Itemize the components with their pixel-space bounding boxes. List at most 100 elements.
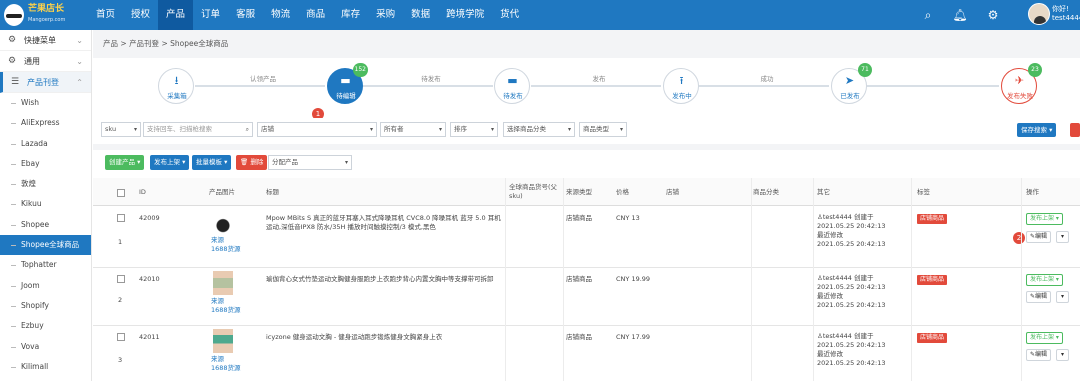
main-content: 产品 > 产品刊登 > Shopee全球商品 认领产品 待发布 发布 成功 ⭳ … [93,30,1080,381]
list-icon: ☰ [11,76,20,87]
source-link[interactable]: 来源 [211,297,224,306]
delete-search-button[interactable] [1070,123,1080,137]
publish-row-label: 发布上架 [1030,215,1055,222]
row-checkbox[interactable] [117,214,125,222]
edit-row-button[interactable]: ✎编辑 [1026,291,1052,303]
brand-logo[interactable]: 芒果店长 Mangoerp.com [0,0,92,30]
assign-product-select[interactable]: 分配产品 ▾ [268,155,352,170]
publish-button[interactable]: 发布上架 ▾ [150,155,190,170]
type-select[interactable]: 商品类型 ▾ [579,122,627,137]
bell-icon[interactable]: 🔔︎ [952,7,968,23]
step-collect-box[interactable]: ⭳ 采集箱 [158,68,194,104]
source-platform-link[interactable]: 1688货源 [211,306,241,315]
owner-select[interactable]: 所有者 ▾ [380,122,446,137]
save-search-button[interactable]: 保存搜索 ▾ [1017,123,1057,137]
sidebar-group-label: 产品刊登 [27,77,59,87]
step-link-label: 认领产品 [250,75,276,83]
error-icon: ✈ [1014,74,1025,87]
nav-purchase[interactable]: 采购 [368,0,403,30]
search-input[interactable]: 支持回车、扫描枪搜索 ⌕ [143,122,253,137]
sidebar-item-kilimall[interactable]: Kilimall [0,357,91,377]
created-label: 创建于 [853,332,874,340]
publish-row-button[interactable]: 发布上架 ▾ [1026,274,1063,286]
sidebar-group-general[interactable]: ⚙ 通用 ⌄ [0,51,91,72]
nav-data[interactable]: 数据 [403,0,438,30]
nav-forwarder[interactable]: 货代 [492,0,527,30]
sidebar-item-lazada[interactable]: Lazada [0,134,91,154]
source-link[interactable]: 来源 [211,355,224,364]
nav-inventory[interactable]: 库存 [333,0,368,30]
sort-select[interactable]: 排序 ▾ [450,122,498,137]
edit-row-button[interactable]: ✎编辑 [1026,231,1052,243]
sidebar-item-aliexpress[interactable]: AliExpress [0,113,91,133]
sidebar-group-shortcuts[interactable]: ⚙ 快捷菜单 ⌄ [0,30,91,51]
source-platform-link[interactable]: 1688货源 [211,245,241,254]
edit-row-button[interactable]: ✎编辑 [1026,349,1052,361]
product-thumbnail[interactable] [213,329,233,353]
action-toolbar: 创建产品 ▾ 发布上架 ▾ 批量模板 ▾ 🗑︎ 删除 分配产品 ▾ [93,150,1080,178]
search-icon[interactable]: ⌕ [246,123,249,136]
nav-logistics[interactable]: 物流 [263,0,298,30]
edit-row-dropdown[interactable]: ▾ [1056,291,1069,303]
select-all-checkbox[interactable] [117,189,125,197]
sidebar-item-shopee[interactable]: Shopee [0,215,91,235]
publish-row-button[interactable]: 发布上架 ▾ [1026,332,1063,344]
sidebar-item-ezbuy[interactable]: Ezbuy [0,316,91,336]
avatar[interactable] [1028,3,1050,25]
sidebar-item-ebay[interactable]: Ebay [0,154,91,174]
step-publish-failed[interactable]: ✈ 发布失败 23 [1001,63,1042,104]
sidebar-item-wish[interactable]: Wish [0,93,91,113]
user-name[interactable]: test4444 [1052,14,1080,23]
sidebar-item-dhgate[interactable]: 敦煌 [0,174,91,194]
product-title[interactable]: 瑜伽背心女式竹垫运动文胸健身服跑步上衣跑步背心内置文胸中等支撑带可拆卸 [266,275,502,284]
breadcrumb-item[interactable]: 产品刊登 [129,39,159,48]
sidebar-item-vova[interactable]: Vova [0,337,91,357]
product-thumbnail[interactable] [213,210,233,234]
step-to-edit[interactable]: ▬ 待编辑 152 [327,63,368,104]
sort-select-value: 排序 [454,125,467,133]
source-platform-link[interactable]: 1688货源 [211,364,241,373]
sidebar-item-kikuu[interactable]: Kikuu [0,194,91,214]
product-thumbnail[interactable] [213,271,233,295]
sidebar-item-shopify[interactable]: Shopify [0,296,91,316]
row-checkbox[interactable] [117,275,125,283]
sidebar-item-joom[interactable]: Joom [0,276,91,296]
step-publishing[interactable]: ⭱ 发布中 [663,68,699,104]
product-id: 42010 [139,275,160,283]
nav-auth[interactable]: 授权 [123,0,158,30]
product-title[interactable]: Mpow MBits S 真正的蓝牙耳塞入耳式降噪耳机 CVC8.0 降噪耳机 … [266,214,502,232]
edit-row-dropdown[interactable]: ▾ [1056,231,1069,243]
edit-row-dropdown[interactable]: ▾ [1056,349,1069,361]
nav-products[interactable]: 产品 [158,0,194,30]
nav-academy[interactable]: 跨境学院 [438,0,492,30]
search-icon[interactable]: ⌕ [920,7,936,23]
sidebar-group-listing[interactable]: ☰ 产品刊登 ⌃ [0,72,91,93]
shop-select[interactable]: 店铺 ▾ [257,122,377,137]
nav-home[interactable]: 首页 [88,0,123,30]
step-published[interactable]: ➤ 已发布 71 [831,63,872,104]
category-select[interactable]: 选择商品分类 ▾ [503,122,575,137]
column-header: ID [139,187,146,196]
sidebar-item-tophatter[interactable]: Tophatter [0,255,91,275]
product-title[interactable]: icyzone 健身运动文胸 - 健身运动跑步锻炼健身文胸紧身上衣 [266,333,502,342]
gear-icon[interactable]: ⚙ [985,7,1001,23]
create-product-button[interactable]: 创建产品 ▾ [105,155,145,170]
publish-row-button[interactable]: 发布上架 ▾ [1026,213,1063,225]
nav-service[interactable]: 客服 [228,0,263,30]
filter-bar: sku ▾ 支持回车、扫描枪搜索 ⌕ 店铺 ▾ 所有者 ▾ 排序 ▾ 选择商品分类 ▾ 商品… [93,118,1080,144]
delete-button[interactable]: 🗑︎ 删除 [236,155,268,170]
sidebar-item-shopee-global[interactable]: Shopee全球商品 [0,235,91,256]
create-product-label: 创建产品 [109,158,135,166]
step-to-publish[interactable]: ▬ 待发布 [494,68,530,104]
marker-badge: 2 [1013,232,1025,244]
nav-goods[interactable]: 商品 [298,0,333,30]
batch-template-button[interactable]: 批量模板 ▾ [192,155,232,170]
nav-orders[interactable]: 订单 [193,0,228,30]
row-checkbox[interactable] [117,333,125,341]
source-link[interactable]: 来源 [211,236,224,245]
sku-select[interactable]: sku ▾ [101,122,141,137]
column-header: 价格 [616,187,629,196]
breadcrumb-item[interactable]: 产品 [103,39,118,48]
publish-row-label: 发布上架 [1030,334,1055,341]
owner-name: test4444 [822,332,852,340]
